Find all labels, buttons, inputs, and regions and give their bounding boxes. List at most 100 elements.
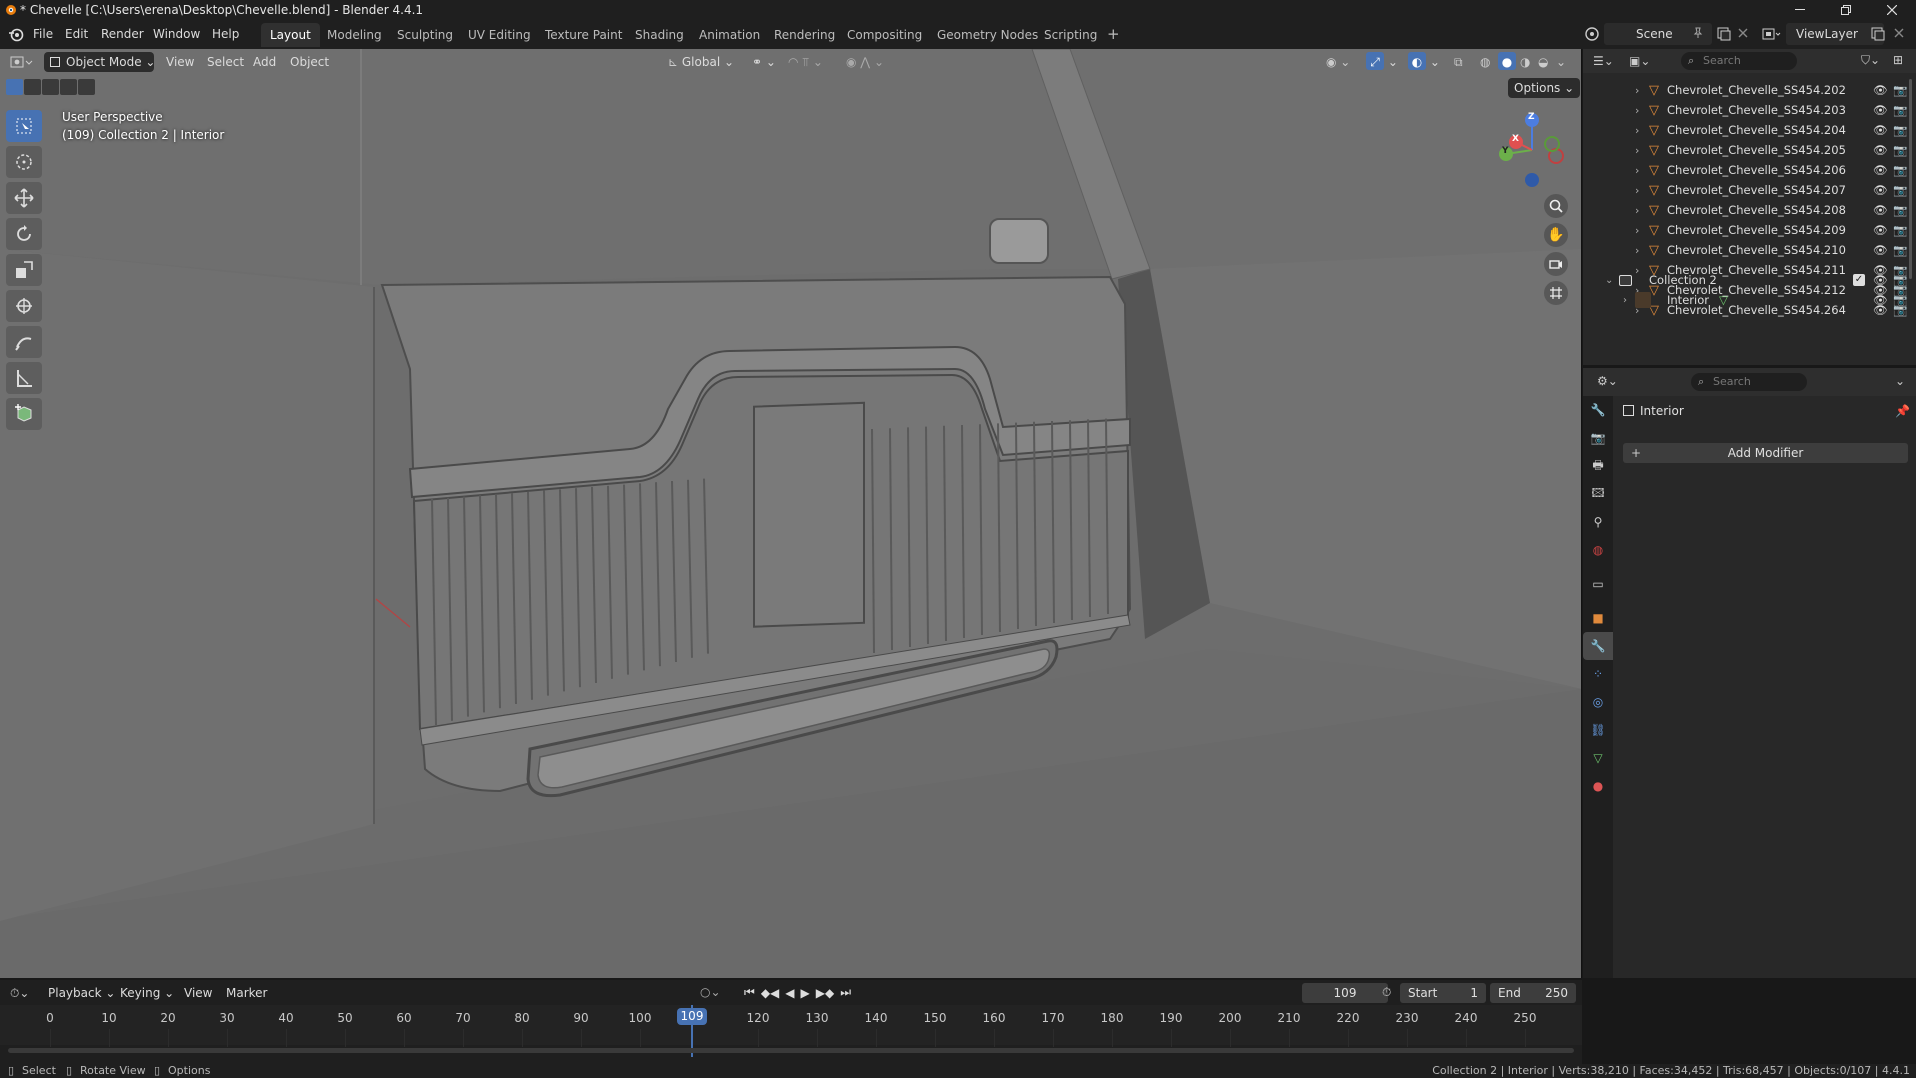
blender-menu-icon[interactable] — [8, 27, 24, 43]
shading-solid-icon[interactable]: ● — [1498, 52, 1516, 72]
outliner-editor-type-icon[interactable]: ☰⌄ — [1593, 54, 1614, 68]
transform-tool-icon[interactable] — [6, 290, 42, 322]
tab-compositing[interactable]: Compositing — [838, 23, 931, 47]
select-box-tool-icon[interactable] — [6, 110, 42, 142]
outliner-object-row[interactable]: › ▽ Chevrolet_Chevelle_SS454.203 👁 📷 — [1583, 100, 1916, 120]
shading-options-icon[interactable]: ⌄ — [1556, 52, 1566, 72]
menu-edit[interactable]: Edit — [65, 27, 88, 41]
visibility-eye-icon[interactable]: 👁 — [1873, 163, 1888, 177]
tab-rendering[interactable]: Rendering — [765, 23, 844, 47]
new-scene-icon[interactable] — [1716, 26, 1732, 42]
render-camera-icon[interactable]: 📷 — [1893, 243, 1907, 257]
tab-modeling[interactable]: Modeling — [318, 23, 391, 47]
render-camera-icon[interactable]: 📷 — [1893, 163, 1907, 177]
select-new-icon[interactable] — [6, 79, 23, 95]
timeline-scrollbar[interactable] — [8, 1048, 1574, 1053]
outliner-object-row[interactable]: › ▽ Chevrolet_Chevelle_SS454.205 👁 📷 — [1583, 140, 1916, 160]
timeline-editor-type-icon[interactable]: ⏱⌄ — [10, 986, 29, 1001]
select-subtract-icon[interactable] — [42, 79, 59, 95]
world-tab-icon[interactable]: ◍ — [1583, 536, 1613, 564]
render-camera-icon[interactable]: 📷 — [1893, 103, 1907, 117]
minimize-button[interactable] — [1778, 0, 1822, 20]
maximize-button[interactable] — [1824, 0, 1868, 20]
render-camera-icon[interactable]: 📷 — [1893, 223, 1907, 237]
tab-layout[interactable]: Layout — [261, 23, 320, 47]
marker-menu[interactable]: Marker — [226, 986, 267, 1000]
jump-end-icon[interactable]: ⏭ — [840, 985, 851, 1000]
menu-file[interactable]: File — [33, 27, 53, 41]
mesh-data-icon[interactable]: ▽ — [1719, 293, 1728, 307]
tab-animation[interactable]: Animation — [690, 23, 769, 47]
move-tool-icon[interactable] — [6, 182, 42, 214]
outliner-object-row[interactable]: › ▽ Chevrolet_Chevelle_SS454.206 👁 📷 — [1583, 160, 1916, 180]
3d-viewport[interactable] — [0, 49, 1582, 978]
visibility-eye-icon[interactable]: 👁 — [1873, 203, 1888, 217]
tab-shading[interactable]: Shading — [626, 23, 693, 47]
select-intersect-icon[interactable] — [78, 79, 95, 95]
expand-arrow-icon[interactable]: › — [1635, 104, 1639, 117]
add-workspace-icon[interactable]: + — [1107, 27, 1120, 42]
add-modifier-button[interactable]: + Add Modifier — [1623, 443, 1908, 463]
visibility-eye-icon[interactable]: 👁 — [1873, 143, 1888, 157]
expand-arrow-icon[interactable]: › — [1635, 244, 1639, 257]
tab-sculpting[interactable]: Sculpting — [388, 23, 462, 47]
playback-menu[interactable]: Playback ⌄ — [42, 984, 121, 1002]
expand-arrow-icon[interactable]: › — [1635, 144, 1639, 157]
render-camera-icon[interactable]: 📷 — [1893, 293, 1907, 307]
new-collection-icon[interactable]: ⊞ — [1893, 53, 1903, 67]
shading-rendered-icon[interactable]: ◒ — [1538, 52, 1548, 72]
visibility-eye-icon[interactable]: 👁 — [1873, 103, 1888, 117]
shading-wireframe-icon[interactable]: ◍ — [1480, 52, 1490, 72]
expand-arrow-icon[interactable]: › — [1635, 84, 1639, 97]
render-camera-icon[interactable]: 📷 — [1893, 273, 1907, 287]
cursor-tool-icon[interactable] — [6, 146, 42, 178]
play-icon[interactable]: ▶ — [801, 986, 810, 1000]
visibility-icon[interactable]: ◉ ⌄ — [1326, 52, 1350, 72]
material-tab-icon[interactable]: ● — [1583, 772, 1613, 800]
outliner-scrollbar[interactable] — [1909, 79, 1912, 279]
render-tab-icon[interactable]: 📷 — [1583, 424, 1613, 452]
ortho-toggle-icon[interactable] — [1544, 281, 1568, 305]
modifier-tab-icon[interactable]: 🔧 — [1583, 632, 1613, 660]
object-tab-icon[interactable]: ■ — [1583, 604, 1613, 632]
render-camera-icon[interactable]: 📷 — [1893, 203, 1907, 217]
outliner-object-row[interactable]: › ▽ Chevrolet_Chevelle_SS454.210 👁 📷 — [1583, 240, 1916, 260]
pin-icon[interactable]: 📌 — [1895, 404, 1910, 418]
collection-tab-icon[interactable]: ▭ — [1583, 570, 1613, 598]
snap-icon[interactable]: ◠ ⫪ ⌄ — [788, 52, 823, 72]
pivot-point-icon[interactable]: ⚭ ⌄ — [752, 52, 776, 72]
tab-texture-paint[interactable]: Texture Paint — [536, 23, 631, 47]
gizmo-toggle-icon[interactable]: ⤢ ⌄ — [1366, 52, 1398, 72]
display-mode-icon[interactable]: ▣⌄ — [1629, 54, 1650, 68]
editor-type-icon[interactable] — [8, 52, 34, 72]
select-invert-icon[interactable] — [60, 79, 77, 95]
overlays-toggle-icon[interactable]: ◐ ⌄ — [1408, 52, 1440, 72]
prev-keyframe-icon[interactable]: ◆◀ — [761, 986, 779, 1000]
playhead-frame-badge[interactable]: 109 — [677, 1008, 707, 1025]
options-dropdown[interactable]: Options ⌄ — [1508, 78, 1581, 98]
visibility-eye-icon[interactable]: 👁 — [1873, 83, 1888, 97]
zoom-icon[interactable] — [1544, 194, 1568, 218]
collapse-arrow-icon[interactable]: ⌄ — [1605, 275, 1613, 286]
add-menu[interactable]: Add — [253, 52, 276, 72]
visibility-eye-icon[interactable]: 👁 — [1873, 183, 1888, 197]
expand-arrow-icon[interactable]: › — [1635, 124, 1639, 137]
render-camera-icon[interactable]: 📷 — [1893, 143, 1907, 157]
view-layer-tab-icon[interactable]: 🖾 — [1583, 480, 1613, 508]
visibility-eye-icon[interactable]: 👁 — [1873, 243, 1888, 257]
render-camera-icon[interactable]: 📷 — [1893, 123, 1907, 137]
transform-orientation-dropdown[interactable]: ⊾ Global ⌄ — [668, 52, 734, 72]
data-tab-icon[interactable]: ▽ — [1583, 744, 1613, 772]
proportional-editing-icon[interactable]: ◉ ⋀ ⌄ — [846, 52, 884, 72]
measure-tool-icon[interactable] — [6, 362, 42, 394]
filter-icon[interactable]: ⛉⌄ — [1861, 53, 1880, 68]
constraints-tab-icon[interactable]: ⛓ — [1583, 716, 1613, 744]
add-cube-tool-icon[interactable] — [6, 398, 42, 430]
timeline-view-menu[interactable]: View — [184, 986, 212, 1000]
navigation-gizmo[interactable]: Z Y X — [1494, 108, 1570, 192]
play-reverse-icon[interactable]: ◀ — [785, 986, 794, 1000]
pan-hand-icon[interactable]: ✋ — [1544, 223, 1568, 247]
outliner-object-row[interactable]: › ▽ Chevrolet_Chevelle_SS454.209 👁 📷 — [1583, 220, 1916, 240]
menu-help[interactable]: Help — [212, 27, 239, 41]
tool-tab-icon[interactable]: 🔧 — [1583, 396, 1613, 424]
